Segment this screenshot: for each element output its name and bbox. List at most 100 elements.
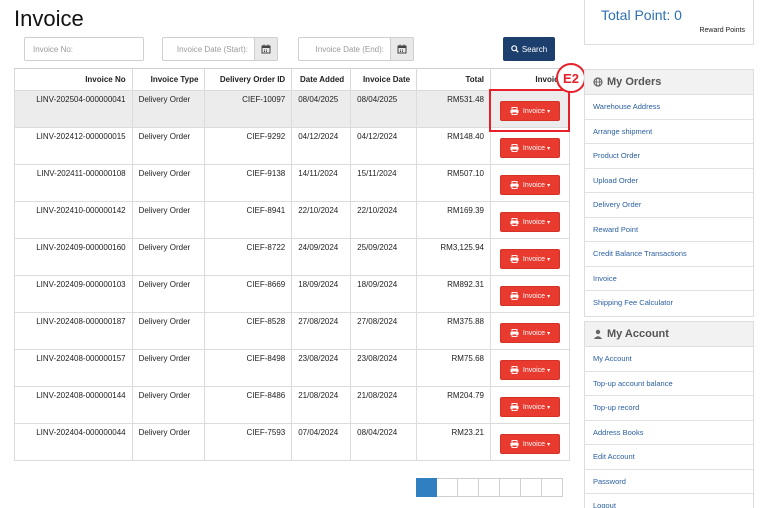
delivery-order-id-cell: CIEF-8498 [204,349,293,387]
invoice-date-cell: 21/08/2024 [350,386,418,424]
invoice-button-label: Invoice [522,440,546,448]
invoice-dropdown-button[interactable]: Invoice ▾ [499,360,560,380]
table-row: LINV-202504-000000041 Delivery Order CIEF-… [14,90,571,128]
sidebar-link[interactable]: Upload Order [585,169,753,193]
date-start-group [162,37,278,61]
date-added-cell: 24/09/2024 [291,238,352,276]
sidebar-link[interactable]: Warehouse Address [585,95,753,120]
sidebar-link[interactable]: Invoice [585,267,753,291]
invoice-date-cell: 08/04/2025 [350,90,418,128]
caret-down-icon: ▾ [547,367,551,374]
table-row: LINV-202408-000000187 Delivery Order CIEF-… [14,312,571,350]
invoice-button-label: Invoice [522,403,546,411]
sidebar-link[interactable]: Top-up account balance [585,372,753,396]
col-header-date-added[interactable]: Date Added [291,68,352,91]
printer-icon [510,255,519,263]
invoice-button-label: Invoice [522,292,546,300]
col-header-delivery-order-id[interactable]: Delivery Order ID [204,68,293,91]
invoice-type-cell: Delivery Order [131,201,206,239]
sidebar-link[interactable]: Delivery Order [585,193,753,218]
sidebar-link[interactable]: Top-up record [585,396,753,421]
total-cell: RM204.79 [416,386,491,424]
page-link[interactable] [458,478,479,497]
sidebar-link[interactable]: Edit Account [585,445,753,470]
caret-down-icon: ▾ [547,219,551,226]
invoice-no-input[interactable] [24,37,144,61]
sidebar-link[interactable]: Password [585,470,753,494]
invoice-button-label: Invoice [522,366,546,374]
invoice-button-label: Invoice [522,329,546,337]
date-added-cell: 23/08/2024 [291,349,352,387]
sidebar-link[interactable]: Product Order [585,144,753,169]
invoice-dropdown-button[interactable]: Invoice ▾ [499,323,560,343]
invoice-type-cell: Delivery Order [131,127,206,165]
page-link[interactable] [479,478,500,497]
table-row: LINV-202409-000000103 Delivery Order CIEF-… [14,275,571,313]
total-cell: RM169.39 [416,201,491,239]
my-account-title: My Account [607,328,669,340]
invoice-date-cell: 15/11/2024 [350,164,418,202]
invoice-type-cell: Delivery Order [131,90,206,128]
invoice-table: Invoice No Invoice Type Delivery Order I… [14,68,571,461]
page-link[interactable] [437,478,458,497]
invoice-dropdown-button[interactable]: Invoice ▾ [499,175,560,195]
invoice-date-cell: 08/04/2024 [350,423,418,461]
search-button[interactable]: Search [503,37,555,61]
col-header-invoice-date[interactable]: Invoice Date [350,68,418,91]
table-row: LINV-202412-000000015 Delivery Order CIEF-… [14,127,571,165]
sidebar-link[interactable]: Logout [585,494,753,508]
table-row: LINV-202409-000000160 Delivery Order CIEF-… [14,238,571,276]
invoice-no-cell: LINV-202412-000000015 [14,127,133,165]
invoice-action-cell: Invoice ▾ [489,349,571,387]
table-row: LINV-202408-000000144 Delivery Order CIEF-… [14,386,571,424]
sidebar-link[interactable]: Address Books [585,421,753,445]
date-start-input[interactable] [162,37,254,61]
invoice-dropdown-button[interactable]: Invoice ▾ [499,138,560,158]
invoice-dropdown-button[interactable]: Invoice ▾ [499,212,560,232]
printer-icon [510,181,519,189]
invoice-date-cell: 04/12/2024 [350,127,418,165]
delivery-order-id-cell: CIEF-9292 [204,127,293,165]
invoice-type-cell: Delivery Order [131,423,206,461]
invoice-date-cell: 22/10/2024 [350,201,418,239]
sidebar-link[interactable]: Credit Balance Transactions [585,242,753,267]
reward-points-label: Reward Points [699,27,745,34]
page-link[interactable] [521,478,542,497]
annotation-badge: E2 [556,63,586,93]
total-cell: RM531.48 [416,90,491,128]
invoice-dropdown-button[interactable]: Invoice ▾ [499,434,560,454]
total-cell: RM23.21 [416,423,491,461]
page-link[interactable] [500,478,521,497]
col-header-total[interactable]: Total [416,68,491,91]
calendar-icon[interactable] [254,37,278,61]
sidebar-link[interactable]: My Account [585,347,753,372]
delivery-order-id-cell: CIEF-8528 [204,312,293,350]
my-orders-header: My Orders [585,70,753,95]
col-header-invoice-type[interactable]: Invoice Type [131,68,206,91]
sidebar-link[interactable]: Reward Point [585,218,753,242]
delivery-order-id-cell: CIEF-8669 [204,275,293,313]
invoice-type-cell: Delivery Order [131,349,206,387]
col-header-invoice-no[interactable]: Invoice No [14,68,133,91]
date-end-input[interactable] [298,37,390,61]
sidebar-link[interactable]: Arrange shipment [585,120,753,144]
invoice-dropdown-button[interactable]: Invoice ▾ [499,397,560,417]
page-link-active[interactable] [416,478,437,497]
invoice-button-label: Invoice [522,144,546,152]
table-row: LINV-202408-000000157 Delivery Order CIEF-… [14,349,571,387]
invoice-dropdown-button[interactable]: Invoice ▾ [499,249,560,269]
invoice-date-cell: 27/08/2024 [350,312,418,350]
date-added-cell: 08/04/2025 [291,90,352,128]
invoice-type-cell: Delivery Order [131,238,206,276]
page-link[interactable] [542,478,563,497]
delivery-order-id-cell: CIEF-7593 [204,423,293,461]
calendar-icon[interactable] [390,37,414,61]
search-icon [511,45,519,53]
sidebar-link[interactable]: Shipping Fee Calculator [585,291,753,316]
delivery-order-id-cell: CIEF-8486 [204,386,293,424]
invoice-no-cell: LINV-202408-000000187 [14,312,133,350]
caret-down-icon: ▾ [547,441,551,448]
date-added-cell: 21/08/2024 [291,386,352,424]
invoice-dropdown-button[interactable]: Invoice ▾ [499,286,560,306]
caret-down-icon: ▾ [547,404,551,411]
